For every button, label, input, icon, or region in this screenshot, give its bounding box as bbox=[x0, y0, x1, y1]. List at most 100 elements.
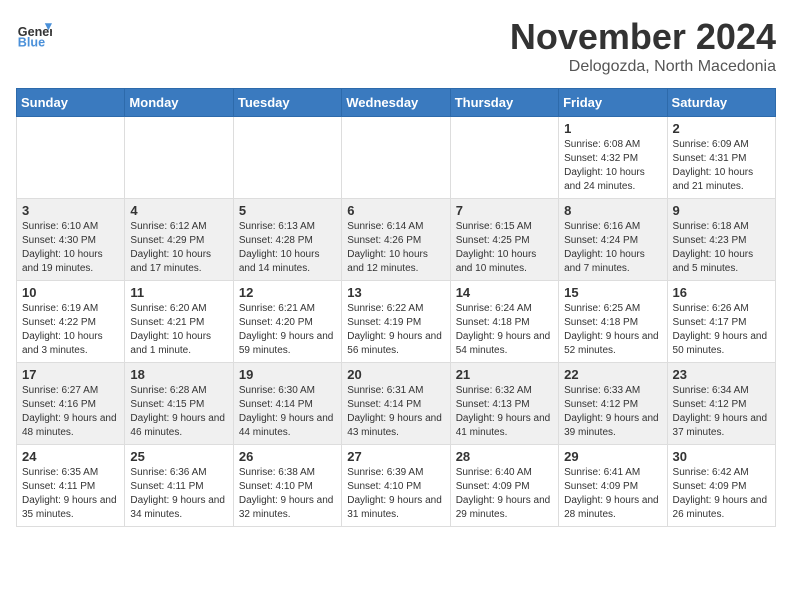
calendar-cell: 3 Sunrise: 6:10 AM Sunset: 4:30 PM Daylig… bbox=[17, 199, 125, 281]
day-number: 4 bbox=[130, 203, 227, 218]
weekday-header-wednesday: Wednesday bbox=[342, 89, 450, 117]
day-number: 9 bbox=[673, 203, 770, 218]
day-info: Sunrise: 6:19 AM Sunset: 4:22 PM Dayligh… bbox=[22, 302, 119, 358]
calendar-week-row: 17Sunrise: 6:27 AM Sunset: 4:16 PM Dayli… bbox=[17, 363, 776, 445]
location-title: Delogozda, North Macedonia bbox=[510, 58, 776, 76]
day-info: Sunrise: 6:34 AM Sunset: 4:12 PM Dayligh… bbox=[673, 384, 770, 440]
calendar-cell: 19 Sunrise: 6:30 AM Sunset: 4:14 PM Dayli… bbox=[233, 363, 341, 445]
calendar-cell: 16 Sunrise: 6:26 AM Sunset: 4:17 PM Dayli… bbox=[667, 281, 775, 363]
calendar-cell bbox=[233, 117, 341, 199]
day-number: 24 bbox=[22, 449, 119, 464]
calendar-cell: 7 Sunrise: 6:15 AM Sunset: 4:25 PM Daylig… bbox=[450, 199, 558, 281]
calendar-cell: 26 Sunrise: 6:38 AM Sunset: 4:10 PM Dayli… bbox=[233, 445, 341, 527]
calendar-cell bbox=[17, 117, 125, 199]
day-info: Sunrise: 6:30 AM Sunset: 4:14 PM Dayligh… bbox=[239, 384, 336, 440]
calendar-cell: 5 Sunrise: 6:13 AM Sunset: 4:28 PM Daylig… bbox=[233, 199, 341, 281]
day-info: Sunrise: 6:31 AM Sunset: 4:14 PM Dayligh… bbox=[347, 384, 444, 440]
day-number: 22 bbox=[564, 367, 661, 382]
day-number: 12 bbox=[239, 285, 336, 300]
weekday-header-friday: Friday bbox=[559, 89, 667, 117]
day-number: 2 bbox=[673, 121, 770, 136]
day-number: 7 bbox=[456, 203, 553, 218]
title-section: November 2024 Delogozda, North Macedonia bbox=[510, 16, 776, 76]
day-number: 5 bbox=[239, 203, 336, 218]
calendar-cell: 4 Sunrise: 6:12 AM Sunset: 4:29 PM Daylig… bbox=[125, 199, 233, 281]
day-info: Sunrise: 6:15 AM Sunset: 4:25 PM Dayligh… bbox=[456, 220, 553, 276]
day-info: Sunrise: 6:27 AM Sunset: 4:16 PM Dayligh… bbox=[22, 384, 119, 440]
day-number: 23 bbox=[673, 367, 770, 382]
day-number: 28 bbox=[456, 449, 553, 464]
day-info: Sunrise: 6:32 AM Sunset: 4:13 PM Dayligh… bbox=[456, 384, 553, 440]
weekday-header-tuesday: Tuesday bbox=[233, 89, 341, 117]
day-number: 18 bbox=[130, 367, 227, 382]
calendar-cell: 12 Sunrise: 6:21 AM Sunset: 4:20 PM Dayli… bbox=[233, 281, 341, 363]
day-info: Sunrise: 6:41 AM Sunset: 4:09 PM Dayligh… bbox=[564, 466, 661, 522]
day-number: 26 bbox=[239, 449, 336, 464]
day-info: Sunrise: 6:22 AM Sunset: 4:19 PM Dayligh… bbox=[347, 302, 444, 358]
day-number: 21 bbox=[456, 367, 553, 382]
calendar-cell: 13 Sunrise: 6:22 AM Sunset: 4:19 PM Dayli… bbox=[342, 281, 450, 363]
weekday-header-monday: Monday bbox=[125, 89, 233, 117]
day-info: Sunrise: 6:36 AM Sunset: 4:11 PM Dayligh… bbox=[130, 466, 227, 522]
calendar-cell: 25Sunrise: 6:36 AM Sunset: 4:11 PM Dayli… bbox=[125, 445, 233, 527]
day-info: Sunrise: 6:33 AM Sunset: 4:12 PM Dayligh… bbox=[564, 384, 661, 440]
day-info: Sunrise: 6:21 AM Sunset: 4:20 PM Dayligh… bbox=[239, 302, 336, 358]
page-header: General Blue November 2024 Delogozda, No… bbox=[16, 16, 776, 76]
day-info: Sunrise: 6:26 AM Sunset: 4:17 PM Dayligh… bbox=[673, 302, 770, 358]
calendar-cell: 27Sunrise: 6:39 AM Sunset: 4:10 PM Dayli… bbox=[342, 445, 450, 527]
day-info: Sunrise: 6:08 AM Sunset: 4:32 PM Dayligh… bbox=[564, 138, 661, 194]
day-info: Sunrise: 6:28 AM Sunset: 4:15 PM Dayligh… bbox=[130, 384, 227, 440]
day-info: Sunrise: 6:20 AM Sunset: 4:21 PM Dayligh… bbox=[130, 302, 227, 358]
logo-icon: General Blue bbox=[16, 16, 52, 52]
day-number: 16 bbox=[673, 285, 770, 300]
calendar-cell: 24 Sunrise: 6:35 AM Sunset: 4:11 PM Dayli… bbox=[17, 445, 125, 527]
day-info: Sunrise: 6:09 AM Sunset: 4:31 PM Dayligh… bbox=[673, 138, 770, 194]
calendar-cell: 18 Sunrise: 6:28 AM Sunset: 4:15 PM Dayli… bbox=[125, 363, 233, 445]
day-info: Sunrise: 6:35 AM Sunset: 4:11 PM Dayligh… bbox=[22, 466, 119, 522]
day-number: 11 bbox=[130, 285, 227, 300]
day-info: Sunrise: 6:18 AM Sunset: 4:23 PM Dayligh… bbox=[673, 220, 770, 276]
calendar-cell: 8 Sunrise: 6:16 AM Sunset: 4:24 PM Daylig… bbox=[559, 199, 667, 281]
day-info: Sunrise: 6:13 AM Sunset: 4:28 PM Dayligh… bbox=[239, 220, 336, 276]
day-number: 13 bbox=[347, 285, 444, 300]
calendar-cell: 2 Sunrise: 6:09 AM Sunset: 4:31 PM Daylig… bbox=[667, 117, 775, 199]
day-info: Sunrise: 6:38 AM Sunset: 4:10 PM Dayligh… bbox=[239, 466, 336, 522]
calendar-cell bbox=[450, 117, 558, 199]
calendar-cell: 23 Sunrise: 6:34 AM Sunset: 4:12 PM Dayli… bbox=[667, 363, 775, 445]
day-number: 14 bbox=[456, 285, 553, 300]
weekday-header-saturday: Saturday bbox=[667, 89, 775, 117]
calendar-cell: 30Sunrise: 6:42 AM Sunset: 4:09 PM Dayli… bbox=[667, 445, 775, 527]
calendar-week-row: 10 Sunrise: 6:19 AM Sunset: 4:22 PM Dayli… bbox=[17, 281, 776, 363]
svg-text:Blue: Blue bbox=[18, 36, 45, 50]
calendar-week-row: 24 Sunrise: 6:35 AM Sunset: 4:11 PM Dayli… bbox=[17, 445, 776, 527]
day-number: 20 bbox=[347, 367, 444, 382]
day-info: Sunrise: 6:42 AM Sunset: 4:09 PM Dayligh… bbox=[673, 466, 770, 522]
day-info: Sunrise: 6:16 AM Sunset: 4:24 PM Dayligh… bbox=[564, 220, 661, 276]
month-title: November 2024 bbox=[510, 16, 776, 58]
day-number: 1 bbox=[564, 121, 661, 136]
day-number: 19 bbox=[239, 367, 336, 382]
calendar-cell: 1 Sunrise: 6:08 AM Sunset: 4:32 PM Daylig… bbox=[559, 117, 667, 199]
calendar-week-row: 1 Sunrise: 6:08 AM Sunset: 4:32 PM Daylig… bbox=[17, 117, 776, 199]
calendar-cell: 22 Sunrise: 6:33 AM Sunset: 4:12 PM Dayli… bbox=[559, 363, 667, 445]
calendar-cell: 17Sunrise: 6:27 AM Sunset: 4:16 PM Dayli… bbox=[17, 363, 125, 445]
calendar-cell: 6Sunrise: 6:14 AM Sunset: 4:26 PM Daylig… bbox=[342, 199, 450, 281]
calendar-cell: 11 Sunrise: 6:20 AM Sunset: 4:21 PM Dayli… bbox=[125, 281, 233, 363]
weekday-header-row: SundayMondayTuesdayWednesdayThursdayFrid… bbox=[17, 89, 776, 117]
day-number: 3 bbox=[22, 203, 119, 218]
day-info: Sunrise: 6:10 AM Sunset: 4:30 PM Dayligh… bbox=[22, 220, 119, 276]
day-number: 8 bbox=[564, 203, 661, 218]
day-info: Sunrise: 6:12 AM Sunset: 4:29 PM Dayligh… bbox=[130, 220, 227, 276]
logo: General Blue bbox=[16, 16, 52, 52]
calendar-cell bbox=[342, 117, 450, 199]
calendar-cell: 15Sunrise: 6:25 AM Sunset: 4:18 PM Dayli… bbox=[559, 281, 667, 363]
calendar-cell: 14Sunrise: 6:24 AM Sunset: 4:18 PM Dayli… bbox=[450, 281, 558, 363]
calendar-cell: 10 Sunrise: 6:19 AM Sunset: 4:22 PM Dayli… bbox=[17, 281, 125, 363]
calendar-cell: 9 Sunrise: 6:18 AM Sunset: 4:23 PM Daylig… bbox=[667, 199, 775, 281]
day-number: 29 bbox=[564, 449, 661, 464]
calendar-week-row: 3 Sunrise: 6:10 AM Sunset: 4:30 PM Daylig… bbox=[17, 199, 776, 281]
day-number: 10 bbox=[22, 285, 119, 300]
calendar-cell: 29 Sunrise: 6:41 AM Sunset: 4:09 PM Dayli… bbox=[559, 445, 667, 527]
day-number: 15 bbox=[564, 285, 661, 300]
day-info: Sunrise: 6:14 AM Sunset: 4:26 PM Dayligh… bbox=[347, 220, 444, 276]
